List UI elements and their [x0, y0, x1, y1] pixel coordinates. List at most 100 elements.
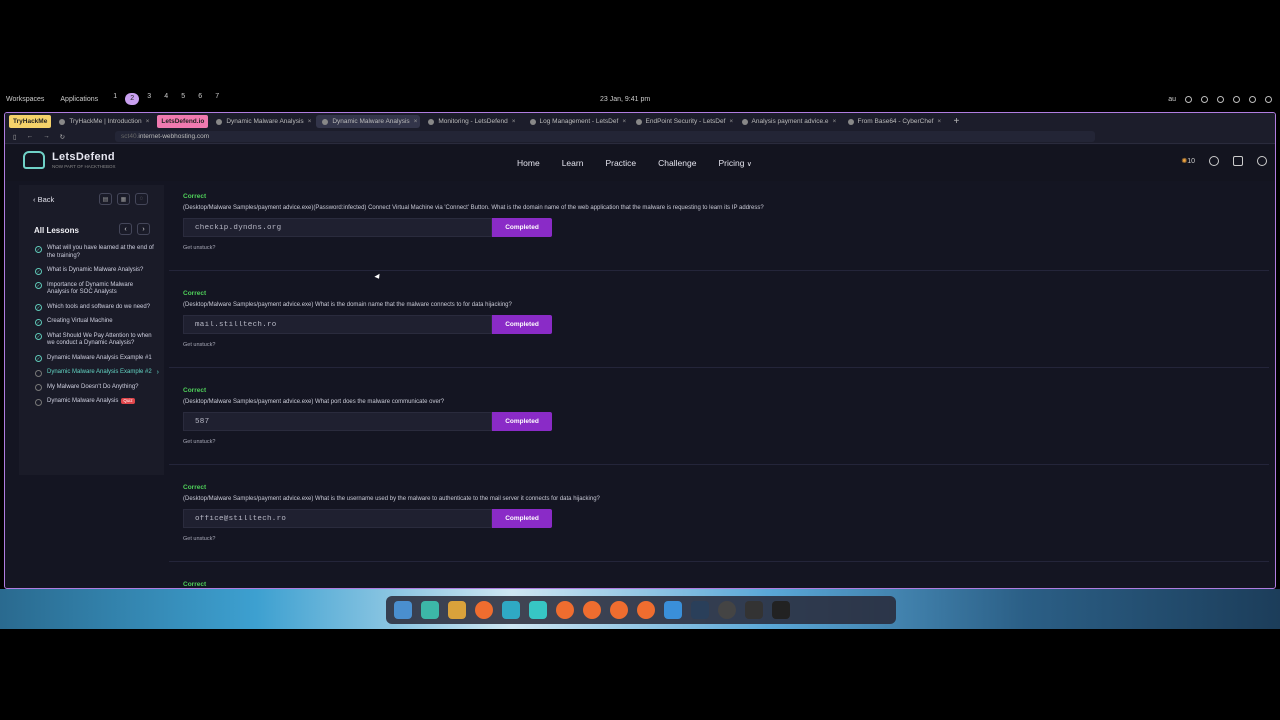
dock-files-icon[interactable]: [502, 601, 520, 619]
tab-close-icon[interactable]: ×: [937, 118, 941, 125]
back-link[interactable]: ‹ Back: [33, 195, 54, 204]
lesson-title: Dynamic Malware Analysis: [47, 398, 119, 404]
workspace-7[interactable]: 7: [210, 93, 224, 105]
user-avatar-icon[interactable]: [1257, 156, 1267, 166]
answer-input[interactable]: [183, 412, 492, 431]
dock-window-icon[interactable]: [421, 601, 439, 619]
completed-button[interactable]: Completed: [492, 412, 552, 431]
reload-icon[interactable]: ↻: [60, 133, 65, 141]
browser-tab[interactable]: From Base64 - CyberChef ×: [842, 115, 946, 128]
browser-tab[interactable]: Monitoring - LetsDefend ×: [422, 115, 521, 128]
browser-tab[interactable]: LetsDefend.io: [157, 115, 209, 128]
dock-terminal-icon[interactable]: [772, 601, 790, 619]
get-unstuck-link[interactable]: Get unstuck?: [183, 342, 1263, 348]
back-arrow-icon[interactable]: ←: [27, 133, 34, 140]
browser-tab[interactable]: Log Management - LetsDef ×: [524, 115, 628, 128]
applications-menu[interactable]: Applications: [60, 96, 98, 103]
workspace-6[interactable]: 6: [193, 93, 207, 105]
workspace-2[interactable]: 2: [125, 93, 140, 105]
tab-close-icon[interactable]: ×: [622, 118, 626, 125]
nav-practice[interactable]: Practice: [605, 158, 636, 168]
get-unstuck-link[interactable]: Get unstuck?: [183, 245, 1263, 251]
forward-arrow-icon[interactable]: →: [43, 133, 50, 140]
app-dock: [386, 596, 896, 624]
workspace-5[interactable]: 5: [176, 93, 190, 105]
rank-icon[interactable]: [1209, 156, 1219, 166]
completed-button[interactable]: Completed: [492, 218, 552, 237]
dock-steam-icon[interactable]: [691, 601, 709, 619]
lesson-item[interactable]: ✓ Creating Virtual Machine: [35, 318, 155, 326]
next-lesson-button[interactable]: ›: [137, 223, 150, 235]
tab-close-icon[interactable]: ×: [729, 118, 733, 125]
tray-power-icon[interactable]: [1265, 95, 1272, 103]
coins-counter[interactable]: ✺10: [1181, 157, 1195, 165]
dock-firefox-5-icon[interactable]: [637, 601, 655, 619]
dock-firefox-2-icon[interactable]: [556, 601, 574, 619]
nav-home[interactable]: Home: [517, 158, 540, 168]
tray-status-icon[interactable]: [1185, 95, 1192, 103]
clock: 23 Jan, 9:41 pm: [600, 95, 651, 103]
keyboard-layout[interactable]: au: [1168, 96, 1176, 103]
letsdefend-logo[interactable]: LetsDefend NOW PART OF HACKTHEBOX: [23, 151, 116, 169]
hint-icon[interactable]: ◌: [135, 193, 148, 205]
nav-pricing[interactable]: Pricing ∨: [718, 158, 751, 168]
lesson-item[interactable]: Dynamic Malware Analysis Example #2 ›: [35, 369, 159, 377]
answer-input[interactable]: [183, 218, 492, 237]
help-icon[interactable]: [1233, 156, 1243, 166]
dock-monitor-icon[interactable]: [745, 601, 763, 619]
get-unstuck-link[interactable]: Get unstuck?: [183, 439, 1263, 445]
sidebar-toggle-icon[interactable]: ▯: [13, 133, 17, 141]
lesson-item[interactable]: ✓ What Should We Pay Attention to when we…: [35, 333, 155, 348]
dock-firefox-3-icon[interactable]: [583, 601, 601, 619]
tab-close-icon[interactable]: ×: [146, 118, 150, 125]
nav-challenge[interactable]: Challenge: [658, 158, 696, 168]
lesson-item[interactable]: My Malware Doesn't Do Anything?: [35, 384, 155, 391]
tray-volume-icon[interactable]: [1217, 95, 1224, 103]
answer-input[interactable]: [183, 509, 492, 528]
new-tab-icon[interactable]: +: [954, 116, 960, 127]
dock-firefox-4-icon[interactable]: [610, 601, 628, 619]
tray-battery-icon[interactable]: [1249, 95, 1256, 103]
lesson-item[interactable]: ✓ Which tools and software do we need?: [35, 304, 155, 311]
browser-tab[interactable]: Dynamic Malware Analysis ×: [210, 115, 314, 128]
dock-search-icon[interactable]: [394, 601, 412, 619]
workspace-1[interactable]: 1: [108, 93, 122, 105]
nav-learn[interactable]: Learn: [562, 158, 584, 168]
tab-close-icon[interactable]: ×: [414, 118, 418, 125]
lesson-item[interactable]: ✓ What will you have learned at the end o…: [35, 245, 155, 260]
dock-apps-grid-icon[interactable]: [448, 601, 466, 619]
address-field[interactable]: sct40. internet-webhosting.com: [115, 131, 1096, 142]
tab-close-icon[interactable]: ×: [308, 118, 312, 125]
prev-lesson-button[interactable]: ‹: [119, 223, 132, 235]
notes-icon[interactable]: ▤: [99, 193, 112, 205]
machine-icon[interactable]: ▦: [117, 193, 130, 205]
dock-browser-icon[interactable]: [664, 601, 682, 619]
dock-app-icon[interactable]: [529, 601, 547, 619]
workspaces-menu[interactable]: Workspaces: [6, 96, 44, 103]
browser-tab[interactable]: Dynamic Malware Analysis ×: [316, 115, 421, 128]
answer-status: Correct: [183, 193, 207, 200]
dock-obs-icon[interactable]: [718, 601, 736, 619]
browser-tab[interactable]: TryHackMe | Introduction ×: [53, 115, 155, 128]
answer-input[interactable]: [183, 315, 492, 334]
lesson-item[interactable]: ✓ Dynamic Malware Analysis Example #1: [35, 355, 155, 362]
tray-network-icon[interactable]: [1201, 95, 1208, 103]
lesson-item[interactable]: ✓ Importance of Dynamic Malware Analysis …: [35, 282, 155, 297]
nav-pricing-label: Pricing: [718, 158, 745, 168]
workspace-4[interactable]: 4: [159, 93, 173, 105]
browser-tab[interactable]: TryHackMe: [9, 115, 52, 128]
browser-tab[interactable]: Analysis payment advice.e ×: [736, 115, 840, 128]
question-text: (Desktop/Malware Samples/payment advice.…: [183, 205, 764, 211]
dock-firefox-icon[interactable]: [475, 601, 493, 619]
tray-bluetooth-icon[interactable]: [1233, 95, 1240, 103]
completed-button[interactable]: Completed: [492, 509, 552, 528]
browser-tab[interactable]: EndPoint Security - LetsDef ×: [630, 115, 734, 128]
get-unstuck-link[interactable]: Get unstuck?: [183, 536, 1263, 542]
lesson-item[interactable]: ✓ What is Dynamic Malware Analysis?: [35, 267, 155, 275]
lesson-title: Importance of Dynamic Malware Analysis f…: [47, 281, 134, 296]
tab-close-icon[interactable]: ×: [512, 118, 516, 125]
lesson-item[interactable]: Dynamic Malware Analysis Quiz: [35, 398, 155, 406]
tab-close-icon[interactable]: ×: [833, 118, 837, 125]
workspace-3[interactable]: 3: [142, 93, 156, 105]
completed-button[interactable]: Completed: [492, 315, 552, 334]
